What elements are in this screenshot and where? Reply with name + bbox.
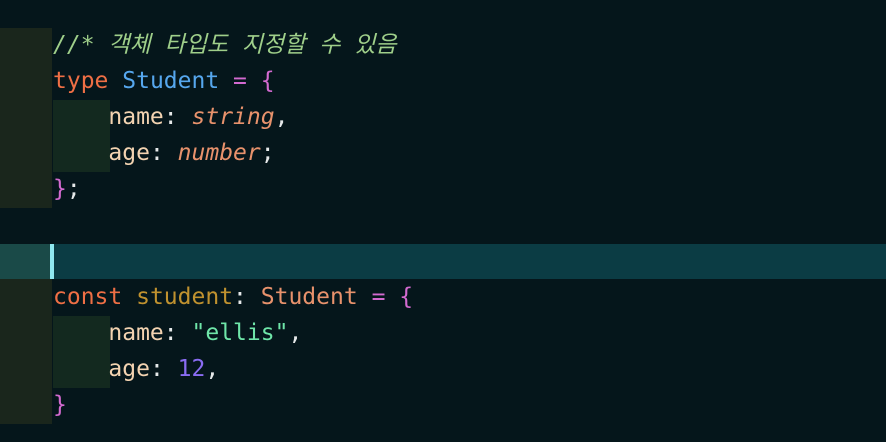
- token-string: "ellis": [191, 320, 289, 346]
- code-line[interactable]: };: [53, 171, 81, 207]
- token-property: name: [108, 104, 164, 130]
- token-punctuation: :: [149, 356, 164, 382]
- token-punctuation: :: [163, 104, 178, 130]
- token-type-ref: Student: [260, 284, 358, 310]
- token-operator: =: [371, 284, 386, 310]
- code-line[interactable]: //* 객체 타입도 지정할 수 있음: [53, 27, 397, 63]
- token-punctuation: ,: [205, 356, 220, 382]
- token-type-keyword: number: [177, 140, 261, 166]
- token-property: age: [108, 356, 150, 382]
- current-line-gutter: [0, 244, 52, 279]
- code-line[interactable]: age: 12,: [53, 351, 219, 387]
- token-operator: =: [233, 68, 247, 94]
- code-line[interactable]: age: number;: [53, 135, 275, 171]
- token-punctuation: ;: [260, 140, 275, 166]
- code-line[interactable]: name: string,: [53, 99, 288, 135]
- code-line[interactable]: type Student = {: [53, 63, 275, 99]
- gutter-block-1: [0, 28, 52, 208]
- current-line-highlight: [0, 244, 886, 279]
- token-variable: student: [136, 284, 234, 310]
- token-brace: {: [260, 68, 275, 94]
- gutter-block-2: [0, 279, 52, 424]
- token-type-keyword: string: [191, 104, 275, 130]
- token-property: age: [108, 140, 150, 166]
- code-line[interactable]: name: "ellis",: [53, 315, 302, 351]
- token-keyword: const: [53, 284, 123, 310]
- token-punctuation: :: [163, 320, 178, 346]
- token-punctuation: :: [149, 140, 164, 166]
- token-punctuation: ;: [66, 176, 81, 202]
- token-punctuation: ,: [288, 320, 303, 346]
- token-brace: }: [53, 392, 67, 418]
- text-cursor: [50, 244, 54, 279]
- code-line[interactable]: }: [53, 387, 67, 423]
- token-punctuation: ,: [274, 104, 289, 130]
- token-number: 12: [177, 356, 206, 382]
- code-line[interactable]: const student: Student = {: [53, 279, 413, 315]
- token-brace: }: [53, 176, 67, 202]
- token-keyword: type: [53, 68, 109, 94]
- token-comment: //* 객체 타입도 지정할 수 있음: [53, 32, 397, 58]
- token-type-name: Student: [122, 68, 220, 94]
- code-editor[interactable]: //* 객체 타입도 지정할 수 있음 type Student = { name…: [0, 0, 886, 442]
- token-brace: {: [399, 284, 414, 310]
- token-property: name: [108, 320, 164, 346]
- token-punctuation: :: [233, 284, 247, 310]
